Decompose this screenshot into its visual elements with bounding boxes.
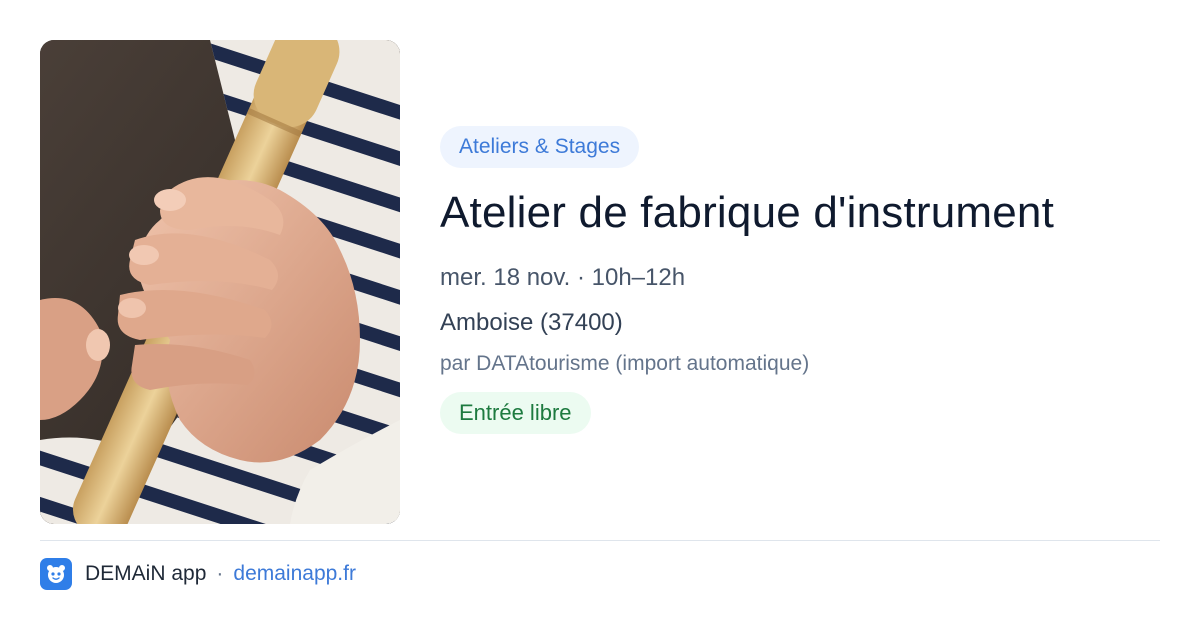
footer-separator: · xyxy=(216,562,224,585)
event-location: Amboise (37400) xyxy=(440,309,623,336)
event-photo xyxy=(40,40,400,524)
event-datetime: mer. 18 nov. · 10h–12h xyxy=(440,264,686,291)
event-organizer: par DATAtourisme (import automatique) xyxy=(440,352,810,375)
footer: DEMAiN app · demainapp.fr xyxy=(40,557,356,591)
event-title[interactable]: Atelier de fabrique d'instrument xyxy=(440,185,1160,241)
app-name: DEMAiN app xyxy=(85,562,207,585)
event-info: Ateliers & Stages Atelier de fabrique d'… xyxy=(440,126,1160,434)
app-url-link[interactable]: demainapp.fr xyxy=(233,562,356,586)
category-chip[interactable]: Ateliers & Stages xyxy=(440,126,640,168)
event-card[interactable]: Ateliers & Stages Atelier de fabrique d'… xyxy=(0,0,1200,630)
price-badge: Entrée libre xyxy=(440,392,591,434)
footer-divider xyxy=(40,540,1160,541)
demain-app-icon[interactable] xyxy=(40,558,72,590)
recorder-photo-illustration xyxy=(40,40,400,524)
